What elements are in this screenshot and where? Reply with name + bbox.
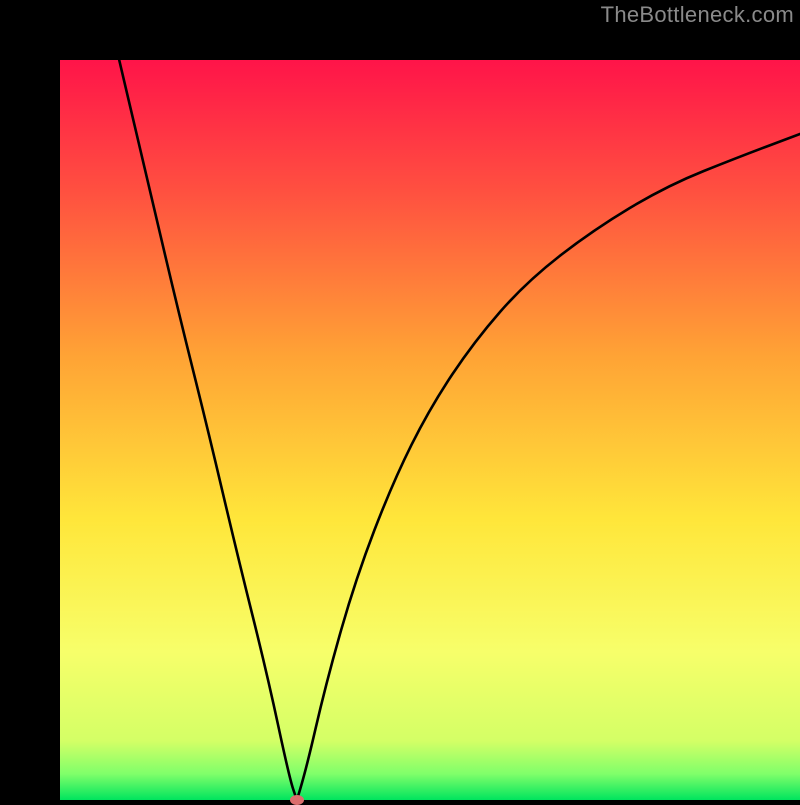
bottleneck-curve: [60, 60, 800, 800]
chart-frame: [0, 0, 800, 800]
plot-area: [60, 60, 800, 800]
watermark-text: TheBottleneck.com: [601, 2, 794, 28]
vertex-marker: [290, 795, 304, 805]
